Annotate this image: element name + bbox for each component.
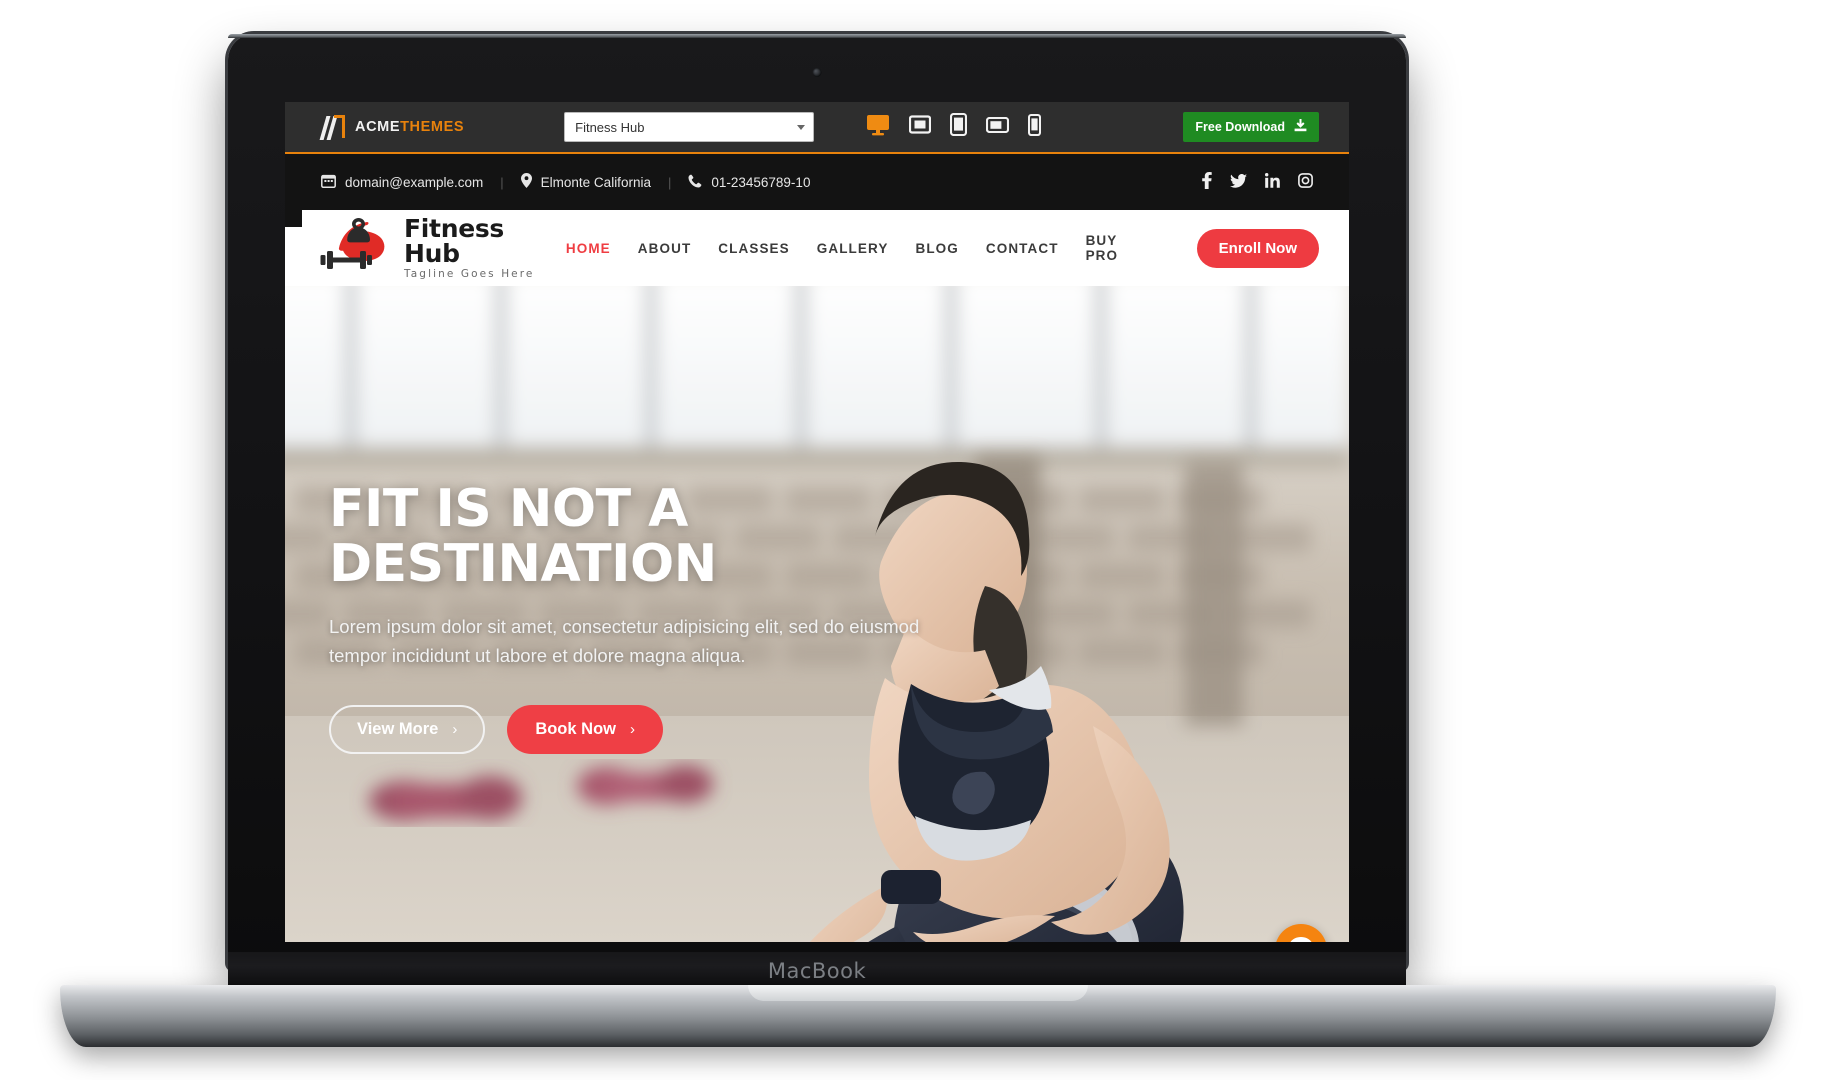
tablet-landscape-icon[interactable] (986, 116, 1010, 138)
laptop-base-notch (748, 985, 1088, 1001)
enroll-now-button[interactable]: Enroll Now (1196, 228, 1319, 268)
chat-bubble-icon (1288, 936, 1314, 942)
hero-subtitle: Lorem ipsum dolor sit amet, consectetur … (329, 616, 920, 666)
menu-item-blog[interactable]: BLOG (915, 241, 958, 256)
envelope-icon (321, 174, 336, 191)
social-links (1202, 172, 1313, 192)
theme-select[interactable]: Fitness Hub (564, 112, 815, 142)
acmethemes-logo-text: ACMETHEMES (355, 119, 464, 135)
free-download-button[interactable]: Free Download (1183, 112, 1319, 142)
menu-item-gallery[interactable]: GALLERY (817, 241, 889, 256)
brand-name: Fitness Hub (404, 214, 505, 269)
menu-item-contact[interactable]: CONTACT (986, 241, 1059, 256)
topbar-location-text: Elmonte California (540, 174, 651, 190)
facebook-icon[interactable] (1202, 172, 1212, 192)
mobile-icon[interactable] (1028, 113, 1042, 141)
phone-icon (688, 174, 702, 191)
webcam-icon (812, 68, 822, 77)
navbar-corner-notch (285, 210, 302, 227)
acmethemes-a-mark-icon (319, 114, 347, 140)
hero-section: FIT IS NOT A DESTINATION Lorem ipsum dol… (285, 286, 1349, 942)
kettlebell-dumbbell-logo-icon (319, 217, 395, 279)
instagram-icon[interactable] (1298, 173, 1313, 191)
brand-text: Fitness Hub Tagline Goes Here (404, 216, 566, 280)
logo-text-primary: ACME (355, 119, 401, 135)
device-preview-switcher (866, 112, 1042, 141)
preview-toolbar: ACMETHEMES Fitness Hub Free Download (285, 102, 1349, 154)
linkedin-icon[interactable] (1265, 173, 1280, 191)
menu-item-home[interactable]: HOME (566, 241, 611, 256)
theme-select-value: Fitness Hub (575, 119, 645, 135)
chevron-right-icon: › (629, 720, 635, 738)
site-brand[interactable]: Fitness Hub Tagline Goes Here (319, 216, 566, 280)
laptop-screen: ACMETHEMES Fitness Hub Free Download dom… (285, 102, 1349, 942)
desktop-icon[interactable] (866, 114, 890, 141)
laptop-lid: ACMETHEMES Fitness Hub Free Download dom… (228, 34, 1406, 969)
main-menu: HOME ABOUT CLASSES GALLERY BLOG CONTACT … (566, 228, 1319, 268)
acmethemes-logo[interactable]: ACMETHEMES (319, 114, 464, 140)
book-now-button[interactable]: Book Now › (507, 704, 663, 754)
hero-title: FIT IS NOT A DESTINATION (329, 479, 717, 594)
menu-item-classes[interactable]: CLASSES (718, 241, 789, 256)
screenshot-stage: ACMETHEMES Fitness Hub Free Download dom… (0, 0, 1836, 1080)
menu-item-buy-pro[interactable]: BUY PRO (1086, 233, 1148, 263)
topbar-phone-text: 01-23456789-10 (711, 174, 811, 190)
tablet-icon[interactable] (950, 112, 968, 141)
chevron-down-icon (797, 124, 806, 130)
free-download-label: Free Download (1195, 120, 1285, 134)
view-more-label: View More (357, 719, 439, 738)
chevron-right-icon: › (452, 720, 458, 738)
hero-content: FIT IS NOT A DESTINATION Lorem ipsum dol… (329, 482, 1029, 754)
menu-item-about[interactable]: ABOUT (638, 241, 692, 256)
download-icon (1294, 119, 1307, 135)
site-navbar: Fitness Hub Tagline Goes Here HOME ABOUT… (285, 210, 1349, 286)
topbar-location[interactable]: Elmonte California (520, 173, 651, 191)
macbook-label: MacBook (767, 959, 867, 983)
lid-rim (228, 34, 1406, 38)
topbar-phone[interactable]: 01-23456789-10 (688, 174, 810, 191)
brand-tagline: Tagline Goes Here (404, 268, 535, 281)
topbar-separator-2: | (667, 174, 672, 190)
topbar-email-text: domain@example.com (345, 174, 484, 190)
laptop-base (60, 985, 1776, 1047)
site-topbar: domain@example.com | Elmonte California … (285, 154, 1349, 210)
view-more-button[interactable]: View More › (329, 704, 486, 754)
topbar-separator-1: | (500, 174, 504, 190)
hero-buttons: View More › Book Now › (329, 704, 1029, 754)
twitter-icon[interactable] (1230, 173, 1247, 191)
map-pin-icon (520, 173, 532, 191)
laptop-icon[interactable] (909, 115, 932, 139)
logo-text-secondary: THEMES (400, 119, 465, 135)
topbar-email[interactable]: domain@example.com (321, 174, 483, 191)
book-now-label: Book Now (535, 719, 616, 738)
